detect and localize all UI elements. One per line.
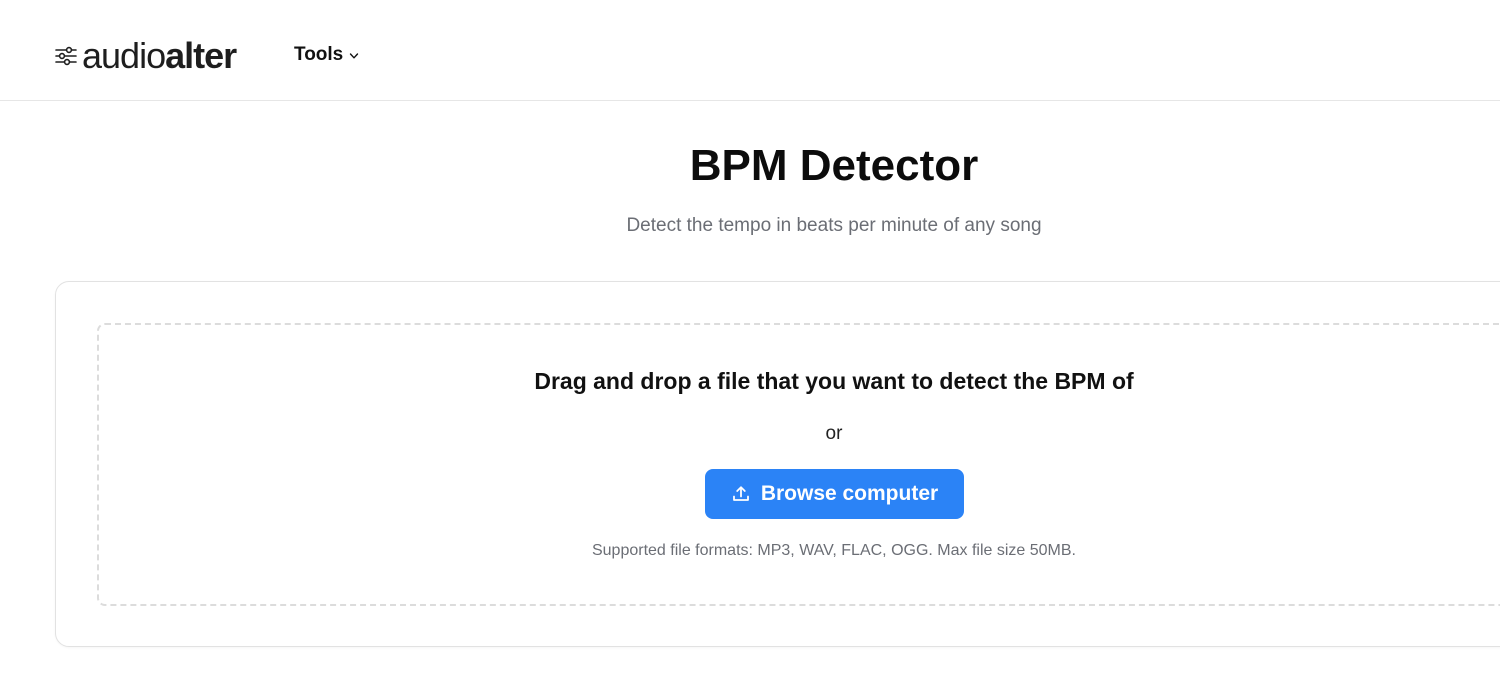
page-title: BPM Detector (689, 141, 979, 190)
audioalter-logo[interactable]: audioalter (54, 35, 237, 76)
supported-formats-text: Supported file formats: MP3, WAV, FLAC, … (591, 542, 1076, 559)
logo-text-audio: audio (82, 35, 166, 76)
upload-card (55, 281, 1500, 647)
chevron-down-icon (350, 53, 359, 59)
upload-icon (732, 486, 749, 501)
logo-wordmark: audioalter (82, 35, 237, 76)
dropzone-or-text: or (825, 423, 843, 444)
top-navigation-bar: audioalter Tools (0, 0, 1500, 101)
sliders-icon (55, 46, 77, 66)
tools-menu-button[interactable]: Tools (294, 42, 359, 68)
tools-menu-label: Tools (294, 44, 344, 65)
logo-text-alter: alter (165, 35, 237, 76)
browse-computer-label: Browse computer (760, 482, 939, 505)
dropzone-heading: Drag and drop a file that you want to de… (534, 368, 1134, 394)
page-subtitle: Detect the tempo in beats per minute of … (626, 215, 1042, 236)
browse-computer-button[interactable]: Browse computer (705, 469, 964, 519)
